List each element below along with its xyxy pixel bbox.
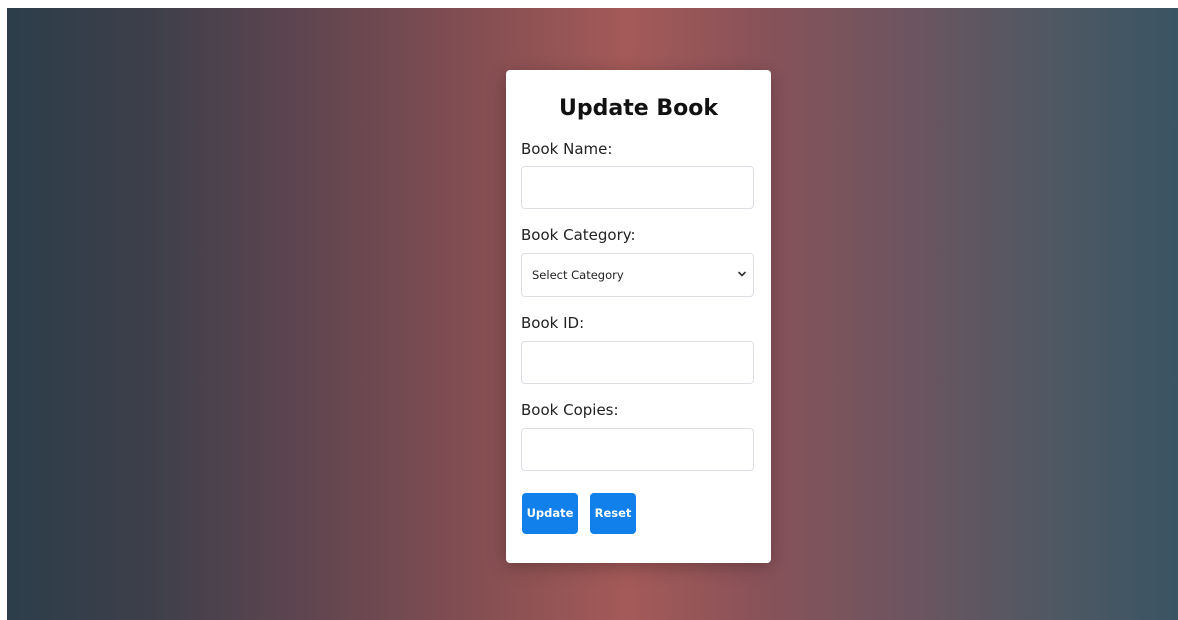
book-id-label: Book ID: <box>521 314 585 332</box>
book-category-select[interactable]: Select Category <box>521 253 754 297</box>
background-gradient: Update Book Book Name: Book Category: Se… <box>7 8 1178 620</box>
book-copies-input[interactable] <box>521 428 754 471</box>
update-button[interactable]: Update <box>522 493 578 534</box>
book-name-label: Book Name: <box>521 140 613 158</box>
book-id-input[interactable] <box>521 341 754 384</box>
form-title: Update Book <box>559 96 718 121</box>
chevron-down-icon <box>738 271 746 277</box>
book-copies-label: Book Copies: <box>521 401 619 419</box>
reset-button[interactable]: Reset <box>590 493 636 534</box>
book-name-input[interactable] <box>521 166 754 209</box>
book-category-label: Book Category: <box>521 226 636 244</box>
book-category-selected-value: Select Category <box>532 268 624 282</box>
update-book-form: Update Book Book Name: Book Category: Se… <box>506 70 771 563</box>
